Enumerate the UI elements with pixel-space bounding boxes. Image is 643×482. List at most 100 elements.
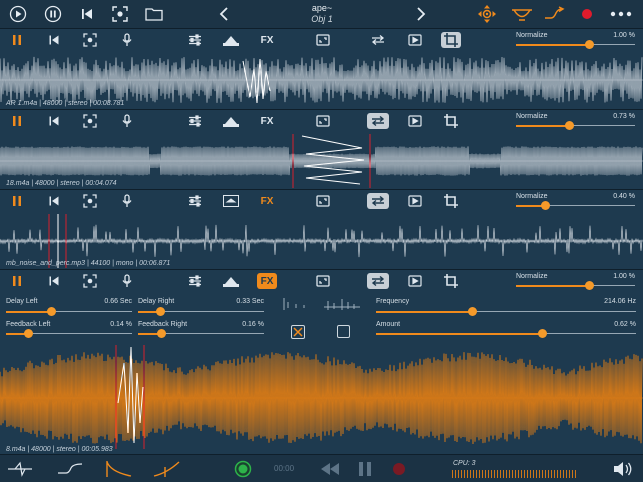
fx-button[interactable]: FX: [258, 32, 276, 48]
feedback-left-label: Feedback Left: [6, 321, 51, 328]
focus-icon[interactable]: [81, 113, 99, 129]
track-1-toolbar: FX Normalize 1.00 %: [0, 29, 643, 51]
track-3-toolbar: FX Normalize 0.40 %: [0, 190, 643, 212]
normalize-label: Normalize: [516, 32, 548, 39]
skip-start-icon[interactable]: [45, 273, 63, 289]
mic-icon[interactable]: [118, 193, 136, 209]
feedback-right-value: 0.16 %: [242, 321, 264, 328]
peak-icon[interactable]: [222, 113, 240, 129]
amount-label: Amount: [376, 321, 401, 328]
normalize-slider-knob[interactable]: [585, 281, 595, 290]
mixer-icon[interactable]: [186, 273, 204, 289]
step-curve-icon[interactable]: [56, 459, 84, 479]
pause-icon[interactable]: [8, 113, 26, 129]
normalize-slider-knob[interactable]: [585, 40, 595, 49]
track-3-info: mb_noise_and_perc.mp3 | 44100 | mono | 0…: [6, 260, 171, 267]
rewind-icon[interactable]: [318, 459, 342, 479]
bowl-icon[interactable]: [510, 4, 534, 24]
swap-icon[interactable]: [367, 113, 389, 129]
pause-icon[interactable]: [8, 32, 26, 48]
play-box-icon[interactable]: [406, 193, 424, 209]
cancel-checkbox[interactable]: [291, 325, 305, 339]
swap-icon[interactable]: [367, 193, 389, 209]
track-4-toolbar: FX Normalize 1.00 %: [0, 270, 643, 292]
pause-icon[interactable]: [8, 193, 26, 209]
amount-knob[interactable]: [537, 329, 547, 338]
chevron-right-icon[interactable]: [411, 4, 431, 24]
crop-icon[interactable]: [314, 193, 332, 209]
track-4-info: 8.m4a | 48000 | stereo | 00:05.983: [6, 446, 113, 453]
normalize-slider-fill: [516, 43, 590, 46]
track-1: FX Normalize 1.00 % AR 1.m4a | 48000 | s…: [0, 28, 643, 109]
trim-icon[interactable]: [442, 113, 460, 129]
play-circle-icon[interactable]: [232, 459, 254, 479]
peak-icon[interactable]: [222, 273, 240, 289]
top-toolbar: ape~ Obj 1: [0, 0, 643, 28]
swap-icon[interactable]: [369, 32, 387, 48]
feedback-right-knob[interactable]: [157, 329, 167, 338]
skip-start-icon[interactable]: [45, 193, 63, 209]
focus-icon[interactable]: [110, 4, 130, 24]
move-target-icon[interactable]: [477, 4, 497, 24]
pause-icon[interactable]: [8, 273, 26, 289]
peak-icon[interactable]: [222, 32, 240, 48]
normalize-slider-fill: [516, 284, 590, 287]
trim-icon[interactable]: [442, 273, 460, 289]
play-box-icon[interactable]: [406, 32, 424, 48]
focus-icon[interactable]: [81, 273, 99, 289]
skip-start-icon[interactable]: [45, 32, 63, 48]
crop-icon[interactable]: [314, 113, 332, 129]
close-icon: [293, 327, 303, 337]
fx-button[interactable]: FX: [258, 193, 276, 209]
mixer-icon[interactable]: [186, 32, 204, 48]
skip-start-icon[interactable]: [77, 4, 97, 24]
empty-checkbox[interactable]: [337, 325, 350, 338]
more-icon[interactable]: [608, 4, 636, 24]
stop-icon[interactable]: [388, 459, 410, 479]
fx-button[interactable]: FX: [258, 113, 276, 129]
delay-meter-icon: [283, 298, 360, 310]
app-title: ape~: [311, 3, 333, 13]
frequency-knob[interactable]: [467, 307, 477, 316]
track-3: FX Normalize 0.40 % mb_noise_and_perc.mp…: [0, 189, 643, 269]
mixer-icon[interactable]: [186, 113, 204, 129]
pause-icon[interactable]: [354, 459, 376, 479]
envelope-icon[interactable]: [6, 459, 34, 479]
trim-icon[interactable]: [441, 32, 461, 48]
mic-icon[interactable]: [118, 32, 136, 48]
normalize-label: Normalize: [516, 273, 548, 280]
normalize-slider-fill: [516, 124, 570, 127]
title-block: ape~ Obj 1: [260, 3, 384, 24]
focus-icon[interactable]: [81, 32, 99, 48]
delay-left-knob[interactable]: [46, 307, 56, 316]
delay-right-label: Delay Right: [138, 298, 175, 305]
peak-outline-icon[interactable]: [222, 193, 240, 209]
swap-icon[interactable]: [367, 273, 389, 289]
play-icon[interactable]: [8, 4, 28, 24]
time-display: 00:00: [274, 464, 295, 473]
play-box-icon[interactable]: [406, 273, 424, 289]
crop-icon[interactable]: [314, 273, 332, 289]
speaker-icon[interactable]: [611, 459, 635, 479]
fx-button[interactable]: FX: [257, 273, 277, 289]
folder-icon[interactable]: [144, 4, 164, 24]
mic-icon[interactable]: [118, 113, 136, 129]
mic-icon[interactable]: [118, 273, 136, 289]
play-box-icon[interactable]: [406, 113, 424, 129]
crop-icon[interactable]: [314, 32, 332, 48]
skip-start-icon[interactable]: [45, 113, 63, 129]
curve-arrow-icon[interactable]: [543, 4, 567, 24]
fade-in-icon[interactable]: [152, 459, 182, 479]
focus-icon[interactable]: [81, 193, 99, 209]
pause-icon[interactable]: [43, 4, 63, 24]
feedback-left-value: 0.14 %: [110, 321, 132, 328]
normalize-slider-knob[interactable]: [565, 121, 575, 130]
record-icon[interactable]: [577, 4, 597, 24]
delay-right-knob[interactable]: [156, 307, 166, 316]
normalize-slider-knob[interactable]: [541, 201, 551, 210]
mixer-icon[interactable]: [186, 193, 204, 209]
feedback-left-knob[interactable]: [24, 329, 34, 338]
fade-out-icon[interactable]: [104, 459, 134, 479]
trim-icon[interactable]: [442, 193, 460, 209]
chevron-left-icon[interactable]: [214, 4, 234, 24]
